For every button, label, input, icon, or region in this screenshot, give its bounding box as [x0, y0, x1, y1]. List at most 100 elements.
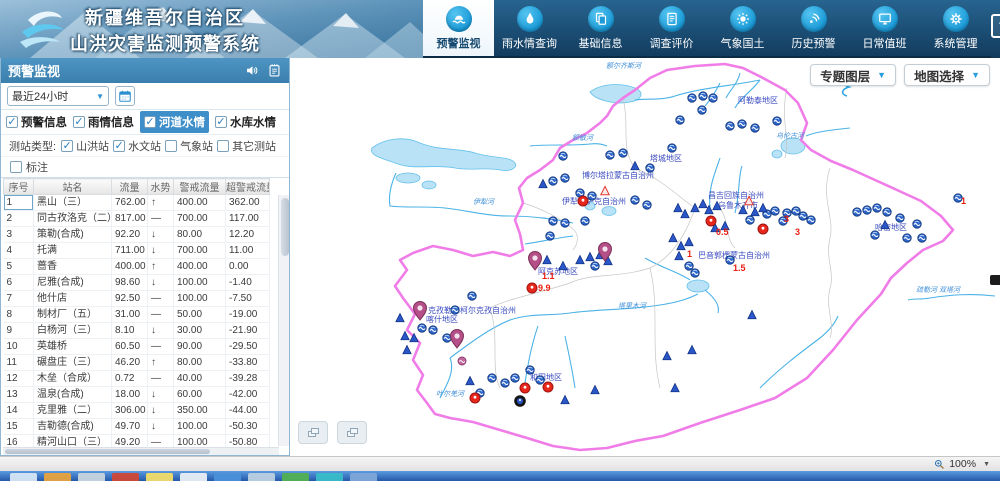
info-filter-1[interactable]: ✓预警信息	[6, 114, 67, 130]
station-badge-marker[interactable]	[451, 306, 459, 314]
station-badge-marker[interactable]	[726, 122, 734, 130]
zoom-level-value[interactable]: 100%	[949, 458, 976, 470]
info-filter-checkbox-4[interactable]: ✓	[215, 116, 227, 128]
alert-circle-marker[interactable]	[578, 196, 588, 206]
station-row-14[interactable]: 14克里雅（二）306.00↓350.00-44.00	[4, 403, 270, 419]
station-triangle-marker[interactable]	[586, 252, 594, 260]
station-triangle-marker[interactable]	[688, 345, 696, 353]
station-triangle-marker[interactable]	[561, 395, 569, 403]
warning-pin-marker[interactable]	[414, 302, 427, 321]
station-badge-marker[interactable]	[871, 231, 879, 239]
table-vertical-scrollbar[interactable]	[278, 195, 289, 446]
column-header[interactable]: 警戒流量	[174, 179, 226, 195]
alert-circle-marker[interactable]	[527, 283, 537, 293]
column-header[interactable]: 水势	[148, 179, 174, 195]
info-filter-checkbox-3[interactable]: ✓	[144, 116, 156, 128]
station-badge-marker[interactable]	[691, 269, 699, 277]
theme-layers-button[interactable]: 专题图层 ▼	[810, 64, 896, 86]
alert-circle-marker[interactable]	[758, 224, 768, 234]
city-county-button[interactable]: 市县	[991, 0, 1000, 58]
station-badge-marker[interactable]	[591, 262, 599, 270]
station-triangle-marker[interactable]	[543, 255, 551, 263]
station-badge-marker[interactable]	[549, 177, 557, 185]
station-badge-marker[interactable]	[606, 151, 614, 159]
station-badge-marker[interactable]	[799, 212, 807, 220]
pink-badge-marker[interactable]	[458, 357, 466, 365]
station-badge-marker[interactable]	[619, 149, 627, 157]
station-triangle-marker[interactable]	[396, 313, 404, 321]
station-badge-marker[interactable]	[561, 174, 569, 182]
station-badge-marker[interactable]	[853, 208, 861, 216]
station-badge-marker[interactable]	[588, 192, 596, 200]
station-type-checkbox-3[interactable]	[165, 140, 177, 152]
station-badge-marker[interactable]	[536, 376, 544, 384]
station-triangle-marker[interactable]	[559, 261, 567, 269]
station-row-11[interactable]: 11碾盘庄（三）46.20↑80.00-33.80	[4, 355, 270, 371]
station-row-15[interactable]: 15吉勒德(合成)49.70↓100.00-50.30	[4, 419, 270, 435]
station-row-3[interactable]: 3策勒(合成)92.20↓80.0012.20	[4, 227, 270, 243]
station-badge-marker[interactable]	[511, 374, 519, 382]
vertical-scroll-thumb[interactable]	[281, 198, 289, 256]
station-triangle-marker[interactable]	[576, 255, 584, 263]
nav-tab-8[interactable]: 系统管理	[920, 0, 991, 56]
map-area[interactable]: 阿勒泰地区塔城地区博尔塔拉蒙古自治州伊犁哈萨克自治州昌吉回族自治州乌鲁木齐市哈密…	[290, 58, 1000, 456]
info-filter-3[interactable]: ✓河道水情	[140, 111, 209, 133]
station-badge-marker[interactable]	[581, 217, 589, 225]
station-type-1[interactable]: ✓山洪站	[61, 138, 109, 154]
station-badge-marker[interactable]	[738, 120, 746, 128]
station-badge-marker[interactable]	[443, 334, 451, 342]
table-horizontal-scrollbar[interactable]	[3, 447, 279, 455]
station-badge-marker[interactable]	[873, 204, 881, 212]
station-triangle-marker[interactable]	[691, 203, 699, 211]
nav-tab-7[interactable]: 日常值班	[849, 0, 920, 56]
station-badge-marker[interactable]	[688, 94, 696, 102]
station-badge-marker[interactable]	[418, 324, 426, 332]
station-type-checkbox-1[interactable]: ✓	[61, 140, 73, 152]
horizontal-scroll-thumb[interactable]	[5, 449, 210, 454]
station-triangle-marker[interactable]	[699, 199, 707, 207]
nav-tab-2[interactable]: 雨水情查询	[494, 0, 565, 56]
alert-circle-marker[interactable]	[470, 393, 480, 403]
station-badge-marker[interactable]	[488, 374, 496, 382]
station-row-5[interactable]: 5蔷香400.00↑400.000.00	[4, 259, 270, 275]
station-triangle-marker[interactable]	[759, 203, 767, 211]
station-badge-marker[interactable]	[773, 117, 781, 125]
station-badge-marker[interactable]	[699, 92, 707, 100]
info-filter-2[interactable]: ✓雨情信息	[73, 114, 134, 130]
station-triangle-marker[interactable]	[663, 351, 671, 359]
station-triangle-marker[interactable]	[674, 203, 682, 211]
annotation-checkbox[interactable]	[10, 161, 22, 173]
station-type-3[interactable]: 气象站	[165, 138, 213, 154]
station-row-13[interactable]: 13温泉(合成)18.00↓60.00-42.00	[4, 387, 270, 403]
alert-circle-marker[interactable]	[706, 216, 716, 226]
station-badge-marker[interactable]	[646, 164, 654, 172]
notebook-icon[interactable]	[267, 63, 282, 78]
column-header[interactable]: 流量	[112, 179, 148, 195]
station-badge-marker[interactable]	[918, 234, 926, 242]
station-badge-marker[interactable]	[526, 366, 534, 374]
column-header[interactable]: 序号	[4, 179, 34, 195]
station-triangle-marker[interactable]	[675, 251, 683, 259]
station-type-4[interactable]: 其它测站	[217, 138, 276, 154]
alert-circle-marker[interactable]	[543, 382, 553, 392]
station-badge-marker[interactable]	[903, 234, 911, 242]
station-row-12[interactable]: 12木垒（合成）0.72—40.00-39.28	[4, 371, 270, 387]
station-badge-marker[interactable]	[559, 152, 567, 160]
station-triangle-marker[interactable]	[671, 383, 679, 391]
nav-tab-3[interactable]: 基础信息	[565, 0, 636, 56]
station-row-9[interactable]: 9白杨河（三）8.10↓30.00-21.90	[4, 323, 270, 339]
station-triangle-marker[interactable]	[591, 385, 599, 393]
station-badge-marker[interactable]	[746, 216, 754, 224]
station-type-2[interactable]: ✓水文站	[113, 138, 161, 154]
alert-triangle-marker[interactable]	[601, 186, 609, 194]
station-badge-marker[interactable]	[468, 292, 476, 300]
station-row-4[interactable]: 4托满711.00↓700.0011.00	[4, 243, 270, 259]
station-row-8[interactable]: 8制材厂（五）31.00—50.00-19.00	[4, 307, 270, 323]
station-badge-marker[interactable]	[676, 116, 684, 124]
station-badge-marker[interactable]	[896, 214, 904, 222]
station-triangle-marker[interactable]	[669, 233, 677, 241]
zoom-magnifier-icon[interactable]	[934, 459, 945, 470]
station-row-6[interactable]: 6尼雅(合成)98.60↓100.00-1.40	[4, 275, 270, 291]
station-badge-marker[interactable]	[698, 106, 706, 114]
station-triangle-marker[interactable]	[403, 345, 411, 353]
